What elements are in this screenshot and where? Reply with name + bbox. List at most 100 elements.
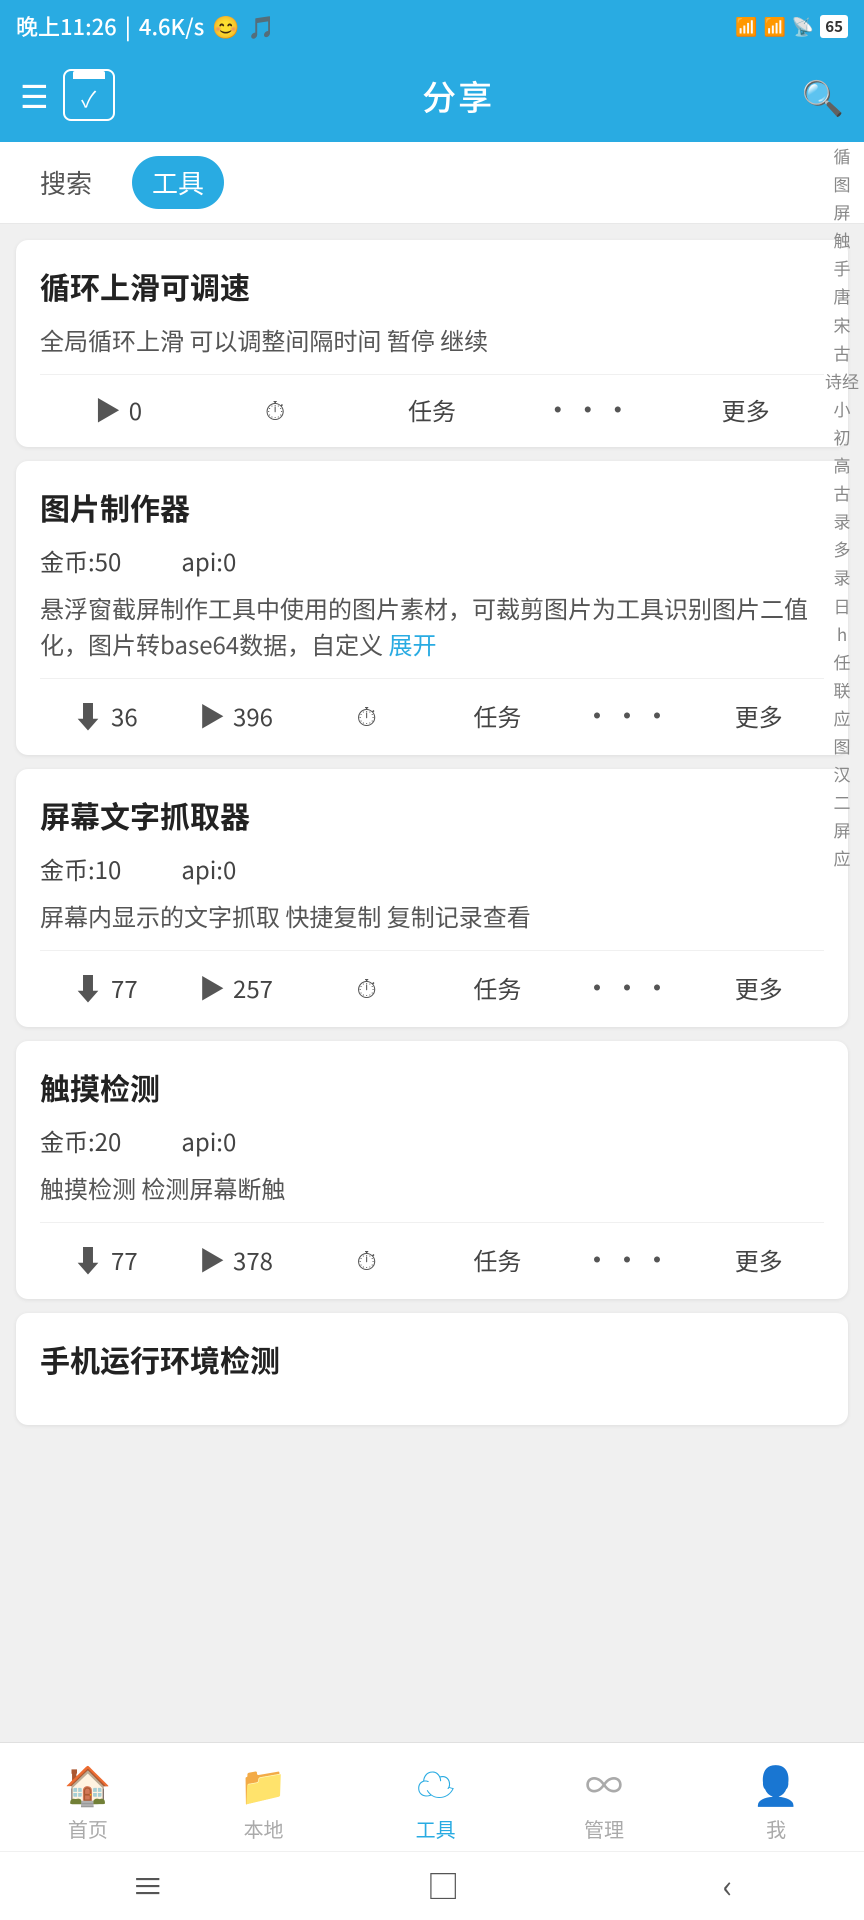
- card2-download-button[interactable]: ⬇ 36: [40, 693, 171, 737]
- status-left: 晚上11:26 | 4.6K/s 😊 🎵: [16, 10, 275, 42]
- card1-more-text-button[interactable]: 更多: [667, 392, 824, 427]
- home-icon: 🏠: [64, 1755, 111, 1810]
- index-诗经[interactable]: 诗经: [820, 367, 864, 395]
- card4-more-text-button[interactable]: 更多: [693, 1242, 824, 1277]
- card1-task-button[interactable]: 任务: [354, 392, 511, 427]
- index-录2[interactable]: 录: [829, 563, 856, 591]
- card4-play-button[interactable]: ▶ 378: [171, 1241, 302, 1278]
- card2-more-label: 更多: [735, 698, 783, 733]
- card2-api: api:0: [181, 543, 236, 578]
- play-icon2: ▶: [199, 697, 225, 734]
- status-icons: 📶 📶 📡 65: [735, 13, 848, 39]
- status-speed: |: [125, 10, 131, 42]
- card4-task-button[interactable]: 任务: [432, 1242, 563, 1277]
- card1-play-count: 0: [129, 392, 142, 427]
- card1-timer-button[interactable]: ⏱: [197, 391, 354, 428]
- card2-coins: 金币:50: [40, 543, 121, 578]
- tab-home[interactable]: 🏠 首页: [64, 1755, 111, 1843]
- index-初[interactable]: 初: [829, 423, 856, 451]
- card4-meta: 金币:20 api:0: [40, 1123, 824, 1158]
- calendar-icon[interactable]: ✓: [63, 69, 115, 121]
- card4-download-button[interactable]: ⬇ 77: [40, 1237, 171, 1281]
- card2-play-button[interactable]: ▶ 396: [171, 697, 302, 734]
- download-icon: ⬇: [73, 693, 103, 737]
- card3-play-count: 257: [233, 970, 273, 1005]
- card3-more-button[interactable]: ···: [563, 967, 694, 1007]
- manage-icon: ∞: [585, 1755, 623, 1810]
- card1-task-label: 任务: [408, 392, 456, 427]
- card3-api: api:0: [181, 851, 236, 886]
- card4-download-count: 77: [111, 1242, 138, 1277]
- index-h[interactable]: h: [832, 620, 852, 648]
- card3-desc: 屏幕内显示的文字抓取 快捷复制 复制记录查看: [40, 898, 824, 934]
- card2-more-text-button[interactable]: 更多: [693, 698, 824, 733]
- card3-coins: 金币:10: [40, 851, 121, 886]
- index-手[interactable]: 手: [829, 254, 856, 282]
- index-小[interactable]: 小: [829, 395, 856, 423]
- card2-meta: 金币:50 api:0: [40, 543, 824, 578]
- card-屏幕文字抓取器: 屏幕文字抓取器 金币:10 api:0 屏幕内显示的文字抓取 快捷复制 复制记录…: [16, 769, 848, 1027]
- card3-download-button[interactable]: ⬇ 77: [40, 965, 171, 1009]
- tab-me[interactable]: 👤 我: [752, 1755, 799, 1843]
- card2-download-count: 36: [111, 698, 138, 733]
- card2-more-button[interactable]: ···: [563, 695, 694, 735]
- card3-more-text-button[interactable]: 更多: [693, 970, 824, 1005]
- card2-timer-button[interactable]: ⏱: [301, 697, 432, 734]
- search-icon[interactable]: 🔍: [802, 71, 844, 120]
- tab-tools[interactable]: 工具: [132, 156, 224, 209]
- index-古2[interactable]: 古: [829, 479, 856, 507]
- card3-play-button[interactable]: ▶ 257: [171, 969, 302, 1006]
- card1-play-button[interactable]: ▶ 0: [40, 391, 197, 428]
- tab-tools[interactable]: ☁ 工具: [416, 1755, 456, 1843]
- index-宋[interactable]: 宋: [829, 311, 856, 339]
- timer-icon: ⏱: [265, 391, 285, 428]
- tab-search[interactable]: 搜索: [20, 156, 112, 209]
- me-icon: 👤: [752, 1755, 799, 1810]
- index-联[interactable]: 联: [829, 676, 856, 704]
- card4-timer-button[interactable]: ⏱: [301, 1241, 432, 1278]
- card-循环上滑可调速: 循环上滑可调速 全局循环上滑 可以调整间隔时间 暂停 继续 ▶ 0 ⏱ 任务 ·…: [16, 240, 848, 447]
- index-屏[interactable]: 屏: [829, 198, 856, 226]
- index-循[interactable]: 循: [829, 142, 856, 170]
- main-content: 循环上滑可调速 全局循环上滑 可以调整间隔时间 暂停 继续 ▶ 0 ⏱ 任务 ·…: [0, 224, 864, 1615]
- card3-timer-button[interactable]: ⏱: [301, 969, 432, 1006]
- tab-local[interactable]: 📁 本地: [240, 1755, 287, 1843]
- card3-task-button[interactable]: 任务: [432, 970, 563, 1005]
- card3-meta: 金币:10 api:0: [40, 851, 824, 886]
- index-应2[interactable]: 应: [829, 844, 856, 872]
- card3-task-label: 任务: [473, 970, 521, 1005]
- card4-more-icon: ···: [583, 1239, 673, 1279]
- local-icon: 📁: [240, 1755, 287, 1810]
- index-二[interactable]: 二: [829, 788, 856, 816]
- gesture-back[interactable]: ‹: [723, 1862, 733, 1908]
- index-多[interactable]: 多: [829, 535, 856, 563]
- card4-api: api:0: [181, 1123, 236, 1158]
- index-触[interactable]: 触: [829, 226, 856, 254]
- tab-manage[interactable]: ∞ 管理: [584, 1755, 624, 1843]
- index-屏2[interactable]: 屏: [829, 816, 856, 844]
- index-录[interactable]: 录: [829, 507, 856, 535]
- gesture-menu[interactable]: ≡: [132, 1862, 164, 1908]
- menu-icon[interactable]: ☰: [20, 72, 49, 118]
- play-icon3: ▶: [199, 969, 225, 1006]
- gesture-home[interactable]: □: [427, 1862, 459, 1908]
- index-图[interactable]: 图: [829, 170, 856, 198]
- bottom-gesture-bar: ≡ □ ‹: [0, 1851, 864, 1920]
- index-汉[interactable]: 汉: [829, 760, 856, 788]
- card2-expand-button[interactable]: 展开: [389, 626, 437, 661]
- card2-task-button[interactable]: 任务: [432, 698, 563, 733]
- tab-home-label: 首页: [68, 1814, 108, 1843]
- index-应[interactable]: 应: [829, 704, 856, 732]
- card1-more-icon: ···: [544, 389, 634, 429]
- index-古[interactable]: 古: [829, 339, 856, 367]
- index-任[interactable]: 任: [829, 648, 856, 676]
- index-日[interactable]: 日: [829, 592, 856, 620]
- card4-more-button[interactable]: ···: [563, 1239, 694, 1279]
- card2-title: 图片制作器: [40, 485, 824, 529]
- card3-download-count: 77: [111, 970, 138, 1005]
- card1-more-button[interactable]: ···: [510, 389, 667, 429]
- index-图2[interactable]: 图: [829, 732, 856, 760]
- card3-more-label: 更多: [735, 970, 783, 1005]
- index-唐[interactable]: 唐: [829, 282, 856, 310]
- index-高[interactable]: 高: [829, 451, 856, 479]
